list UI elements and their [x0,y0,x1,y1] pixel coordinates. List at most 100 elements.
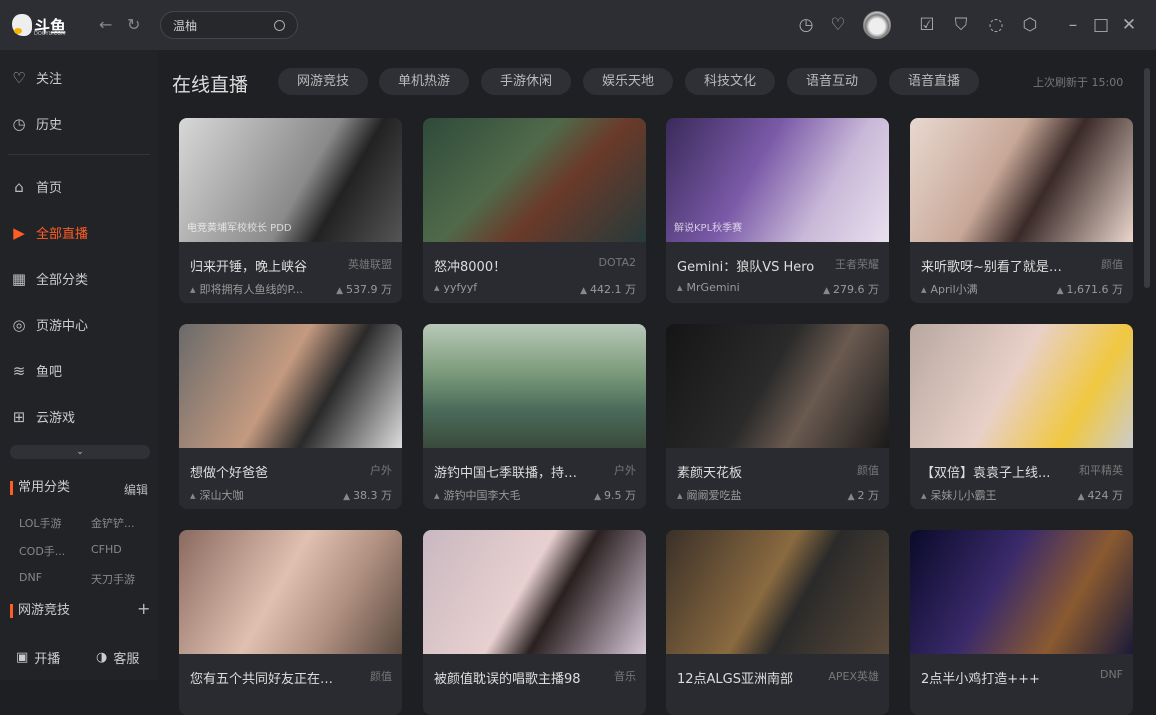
category-link[interactable]: 金铲铲... [91,515,135,531]
stream-title[interactable]: 【双倍】袁袁子上线... [921,462,1071,481]
category-link[interactable]: DNF [19,571,42,584]
settings-hexagon-icon[interactable]: ⬡ [1019,14,1041,36]
stream-card[interactable]: 电竞黄埔军校校长 PDD 归来开锤，晚上峡谷 英雄联盟 即将拥有人鱼线的P...… [179,118,402,303]
category-link[interactable]: COD手... [19,543,65,559]
stream-title[interactable]: 来听歌呀~别看了就是我... [921,256,1071,275]
stream-category[interactable]: 颜值 [1101,256,1123,272]
close-icon[interactable]: ✕ [1118,14,1140,36]
chat-icon[interactable]: ◌ [985,14,1007,36]
stream-card[interactable]: 被颜值耽误的唱歌主播98 音乐 [423,530,646,715]
stream-category[interactable]: 颜值 [857,462,879,478]
stream-category[interactable]: 户外 [370,462,392,478]
stream-thumbnail[interactable] [423,118,646,242]
search-icon[interactable] [274,19,285,31]
category-link[interactable]: 天刀手游 [91,571,135,587]
category-link[interactable]: LOL手游 [19,515,62,531]
tab-voice-interaction[interactable]: 语音互动 [787,68,877,95]
stream-card[interactable]: 想做个好爸爸 户外 深山大咖 38.3 万 [179,324,402,509]
tab-mobile-games[interactable]: 手游休闲 [481,68,571,95]
customer-service-button[interactable]: ◑ 客服 [96,648,139,667]
sidebar-item-all-categories[interactable]: ▦ 全部分类 [10,269,88,289]
stream-card[interactable]: 2点半小鸡打造+++ DNF [910,530,1133,715]
stream-thumbnail[interactable] [910,324,1133,448]
stream-card[interactable]: 12点ALGS亚洲南部 APEX英雄 [666,530,889,715]
search-input[interactable]: 温柚 [160,11,298,39]
streamer-name[interactable]: 即将拥有人鱼线的P... [190,281,325,297]
stream-thumbnail[interactable] [423,530,646,654]
streamer-name[interactable]: 阚阚爱吃盐 [677,487,812,503]
tshirt-icon[interactable]: ⛉ [950,14,972,36]
stream-card[interactable]: 游钓中国七季联播，持续... 户外 游钓中国李大毛 9.5 万 [423,324,646,509]
stream-thumbnail[interactable] [666,324,889,448]
stream-title[interactable]: Gemini：狼队VS Hero [677,256,827,275]
sidebar-item-follow[interactable]: ♡ 关注 [10,68,62,88]
tab-tech-culture[interactable]: 科技文化 [685,68,775,95]
stream-thumbnail[interactable]: 解说KPL秋季赛 [666,118,889,242]
stream-title[interactable]: 被颜值耽误的唱歌主播98 [434,668,584,687]
sidebar-item-home[interactable]: ⌂ 首页 [10,177,62,197]
stream-title[interactable]: 您有五个共同好友正在观... [190,668,340,687]
stream-thumbnail[interactable] [179,530,402,654]
expand-button[interactable]: ⌄ [10,445,150,459]
add-icon[interactable]: + [137,599,150,618]
go-live-button[interactable]: ▣ 开播 [16,648,60,667]
stream-category[interactable]: 和平精英 [1079,462,1123,478]
stream-category[interactable]: 音乐 [614,668,636,684]
heart-icon[interactable]: ♡ [827,14,849,36]
sidebar-item-cloud-games[interactable]: ⊞ 云游戏 [10,407,75,427]
stream-category[interactable]: DOTA2 [598,256,636,269]
popularity-count: 442.1 万 [580,281,636,297]
stream-category[interactable]: 王者荣耀 [835,256,879,272]
stream-thumbnail[interactable]: 电竞黄埔军校校长 PDD [179,118,402,242]
sidebar-item-all-live[interactable]: ▶ 全部直播 [10,223,88,243]
stream-category[interactable]: 颜值 [370,668,392,684]
douyu-logo[interactable]: 斗鱼 DOUYU.COM [12,13,72,37]
stream-card[interactable]: 您有五个共同好友正在观... 颜值 [179,530,402,715]
streamer-name[interactable]: 游钓中国李大毛 [434,487,569,503]
stream-title[interactable]: 游钓中国七季联播，持续... [434,462,584,481]
stream-category[interactable]: 英雄联盟 [348,256,392,272]
stream-card[interactable]: 【双倍】袁袁子上线... 和平精英 呆妹儿小霸王 424 万 [910,324,1133,509]
tab-online-games[interactable]: 网游竞技 [278,68,368,95]
refresh-icon[interactable]: ↻ [127,15,140,34]
stream-title[interactable]: 12点ALGS亚洲南部 [677,668,827,687]
calendar-check-icon[interactable]: ☑ [916,14,938,36]
stream-card[interactable]: 来听歌呀~别看了就是我... 颜值 April小满 1,671.6 万 [910,118,1133,303]
streamer-name[interactable]: MrGemini [677,281,812,294]
streamer-name[interactable]: yyfyyf [434,281,569,294]
stream-thumbnail[interactable] [423,324,646,448]
stream-card[interactable]: 素颜天花板 颜值 阚阚爱吃盐 2 万 [666,324,889,509]
history-icon[interactable]: ◷ [795,14,817,36]
sidebar-item-web-games[interactable]: ◎ 页游中心 [10,315,88,335]
streamer-name[interactable]: 呆妹儿小霸王 [921,487,1056,503]
sidebar-item-history[interactable]: ◷ 历史 [10,114,62,134]
maximize-icon[interactable]: □ [1090,14,1112,36]
minimize-icon[interactable]: – [1062,14,1084,36]
back-icon[interactable]: ← [99,15,112,34]
stream-category[interactable]: DNF [1100,668,1123,681]
stream-title[interactable]: 怒冲8000！ [434,256,584,275]
stream-card[interactable]: 怒冲8000！ DOTA2 yyfyyf 442.1 万 [423,118,646,303]
tab-single-player[interactable]: 单机热游 [379,68,469,95]
stream-title[interactable]: 想做个好爸爸 [190,462,340,481]
streamer-name[interactable]: 深山大咖 [190,487,325,503]
scrollbar[interactable] [1144,68,1150,288]
stream-thumbnail[interactable] [666,530,889,654]
sidebar-item-fish-bar[interactable]: ≋ 鱼吧 [10,361,62,381]
stream-thumbnail[interactable] [179,324,402,448]
stream-thumbnail[interactable] [910,118,1133,242]
stream-title[interactable]: 素颜天花板 [677,462,827,481]
popularity-count: 2 万 [848,487,880,503]
avatar[interactable] [863,11,891,39]
category-link[interactable]: CFHD [91,543,122,556]
tab-voice-live[interactable]: 语音直播 [889,68,979,95]
stream-card[interactable]: 解说KPL秋季赛 Gemini：狼队VS Hero 王者荣耀 MrGemini … [666,118,889,303]
stream-thumbnail[interactable] [910,530,1133,654]
streamer-name[interactable]: April小满 [921,281,1056,297]
stream-category[interactable]: APEX英雄 [828,668,879,684]
stream-category[interactable]: 户外 [614,462,636,478]
stream-title[interactable]: 2点半小鸡打造+++ [921,668,1071,687]
tab-entertainment[interactable]: 娱乐天地 [583,68,673,95]
stream-title[interactable]: 归来开锤，晚上峡谷 [190,256,340,275]
edit-button[interactable]: 编辑 [124,481,148,498]
